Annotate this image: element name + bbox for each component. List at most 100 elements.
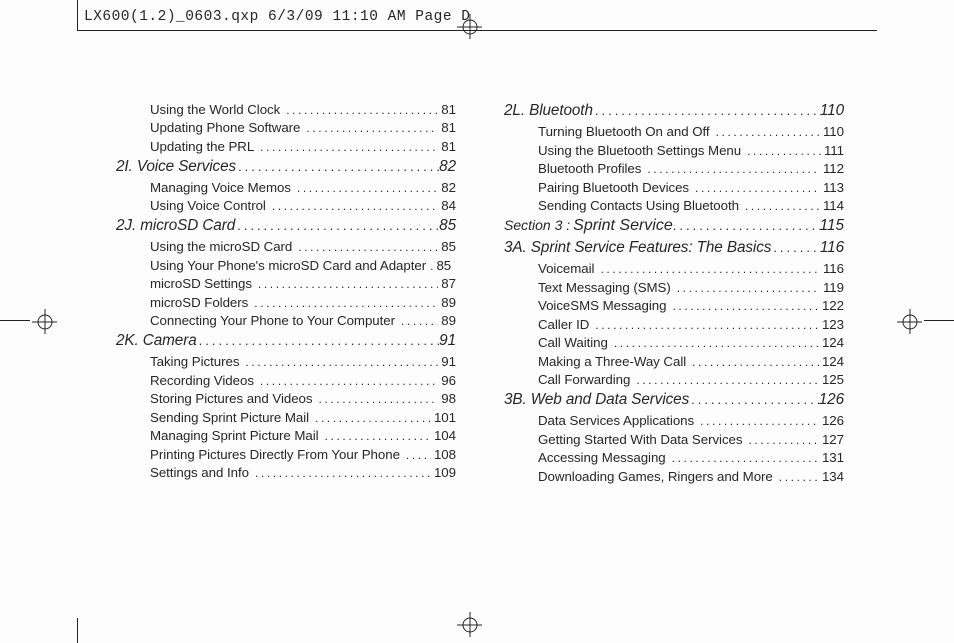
- toc-item-page: 122: [819, 298, 844, 313]
- leader-dots: ........................................…: [404, 448, 431, 462]
- toc-item: Accessing Messaging.....................…: [504, 450, 844, 465]
- toc-item-page: 127: [819, 432, 844, 447]
- toc-item-label: Updating the PRL: [150, 139, 258, 154]
- toc-item-label: Call Forwarding: [538, 372, 634, 387]
- toc-section-page: 115: [820, 217, 844, 235]
- toc-item-label: Caller ID: [538, 317, 593, 332]
- toc-columns: Using the World Clock...................…: [116, 98, 846, 487]
- toc-item-label: Updating Phone Software: [150, 120, 304, 135]
- toc-item-label: Call Waiting: [538, 335, 612, 350]
- toc-item-label: Connecting Your Phone to Your Computer: [150, 313, 399, 328]
- toc-item-label: Data Services Applications: [538, 413, 698, 428]
- toc-item-page: 124: [819, 354, 844, 369]
- registration-mark: [899, 311, 920, 332]
- toc-item-label: Getting Started With Data Services: [538, 432, 747, 447]
- crop-mark: [0, 320, 30, 321]
- toc-item-label: Using Voice Control: [150, 198, 270, 213]
- toc-item-page: 81: [438, 102, 456, 117]
- leader-dots: ........................................…: [258, 140, 438, 154]
- toc-item-label: Using Your Phone's microSD Card and Adap…: [150, 258, 430, 273]
- toc-item-page: 89: [438, 313, 456, 328]
- toc-item-page: 125: [819, 372, 844, 387]
- leader-dots: ........................................…: [270, 199, 438, 213]
- leader-dots: ........................................…: [593, 318, 819, 332]
- toc-item-page: 111: [821, 143, 844, 158]
- toc-item-label: Settings and Info: [150, 465, 253, 480]
- leader-dots: ........................................…: [670, 299, 819, 313]
- toc-item-page: 81: [438, 120, 456, 135]
- toc-item-label: VoiceSMS Messaging: [538, 298, 670, 313]
- toc-heading-label: 2J. microSD Card: [116, 217, 235, 235]
- toc-heading-label: 2L. Bluetooth: [504, 102, 593, 120]
- toc-item-page: 109: [431, 465, 456, 480]
- toc-heading-page: 126: [819, 391, 844, 409]
- toc-section: Section 3 :Sprint Service...............…: [504, 217, 844, 235]
- toc-item-label: Accessing Messaging: [538, 450, 670, 465]
- toc-item-label: Sending Contacts Using Bluetooth: [538, 198, 743, 213]
- leader-dots: ........................................…: [399, 314, 438, 328]
- toc-item: Managing Voice Memos....................…: [116, 180, 456, 195]
- leader-dots: ........................................…: [670, 451, 819, 465]
- toc-item-page: 108: [431, 447, 456, 462]
- toc-section-label: Sprint Service: [573, 217, 673, 235]
- toc-heading: 3B. Web and Data Services...............…: [504, 391, 844, 409]
- leader-dots: ........................................…: [243, 355, 438, 369]
- crop-mark: [924, 320, 954, 321]
- toc-item: Call Forwarding.........................…: [504, 372, 844, 387]
- toc-item-label: Recording Videos: [150, 373, 258, 388]
- toc-item-page: 134: [819, 469, 844, 484]
- toc-right-column: 2L. Bluetooth...........................…: [504, 98, 844, 487]
- toc-item-label: Printing Pictures Directly From Your Pho…: [150, 447, 404, 462]
- leader-dots: ........................................…: [745, 144, 821, 158]
- crop-mark: [77, 618, 78, 643]
- toc-item: Voicemail...............................…: [504, 261, 844, 276]
- toc-heading: 2L. Bluetooth...........................…: [504, 102, 844, 120]
- toc-item-label: Turning Bluetooth On and Off: [538, 124, 714, 139]
- toc-item-page: 126: [819, 413, 844, 428]
- toc-item-label: Bluetooth Profiles: [538, 161, 645, 176]
- toc-heading-label: 3A. Sprint Service Features: The Basics: [504, 239, 771, 257]
- leader-dots: ........................................…: [197, 333, 440, 348]
- registration-mark: [459, 16, 480, 37]
- toc-item-page: 84: [438, 198, 456, 213]
- toc-heading-page: 82: [439, 158, 456, 176]
- toc-item-page: 98: [438, 391, 456, 406]
- leader-dots: ........................................…: [323, 429, 431, 443]
- leader-dots: ........................................…: [777, 470, 819, 484]
- crop-mark: [77, 0, 78, 30]
- registration-mark: [34, 311, 55, 332]
- toc-item-label: microSD Settings: [150, 276, 256, 291]
- toc-item-label: Storing Pictures and Videos: [150, 391, 317, 406]
- toc-item-label: Downloading Games, Ringers and More: [538, 469, 777, 484]
- toc-item: Using Voice Control.....................…: [116, 198, 456, 213]
- toc-item-page: 131: [819, 450, 844, 465]
- toc-item: Printing Pictures Directly From Your Pho…: [116, 447, 456, 462]
- toc-heading-page: 116: [820, 239, 844, 257]
- toc-item-page: 85: [438, 239, 456, 254]
- toc-item-page: 87: [438, 276, 456, 291]
- leader-dots: ........................................…: [698, 414, 819, 428]
- leader-dots: ........................................…: [673, 218, 820, 233]
- leader-dots: ........................................…: [252, 296, 438, 310]
- toc-heading-label: 2I. Voice Services: [116, 158, 236, 176]
- leader-dots: ........................................…: [593, 103, 820, 118]
- toc-heading: 2I. Voice Services......................…: [116, 158, 456, 176]
- toc-item-label: Sending Sprint Picture Mail: [150, 410, 313, 425]
- toc-item-label: Text Messaging (SMS): [538, 280, 675, 295]
- leader-dots: ........................................…: [304, 121, 438, 135]
- toc-item-label: microSD Folders: [150, 295, 252, 310]
- toc-item: Settings and Info.......................…: [116, 465, 456, 480]
- toc-item-page: 104: [431, 428, 456, 443]
- toc-item: Taking Pictures.........................…: [116, 354, 456, 369]
- toc-item-page: 112: [820, 161, 844, 176]
- toc-heading-label: 3B. Web and Data Services: [504, 391, 689, 409]
- toc-item: Sending Sprint Picture Mail.............…: [116, 410, 456, 425]
- toc-item-label: Voicemail: [538, 261, 598, 276]
- toc-heading: 2K. Camera..............................…: [116, 332, 456, 350]
- leader-dots: ........................................…: [256, 277, 438, 291]
- leader-dots: ........................................…: [634, 373, 819, 387]
- leader-dots: ........................................…: [313, 411, 431, 425]
- toc-item-label: Managing Sprint Picture Mail: [150, 428, 323, 443]
- leader-dots: ........................................…: [258, 374, 438, 388]
- leader-dots: ........................................…: [690, 355, 819, 369]
